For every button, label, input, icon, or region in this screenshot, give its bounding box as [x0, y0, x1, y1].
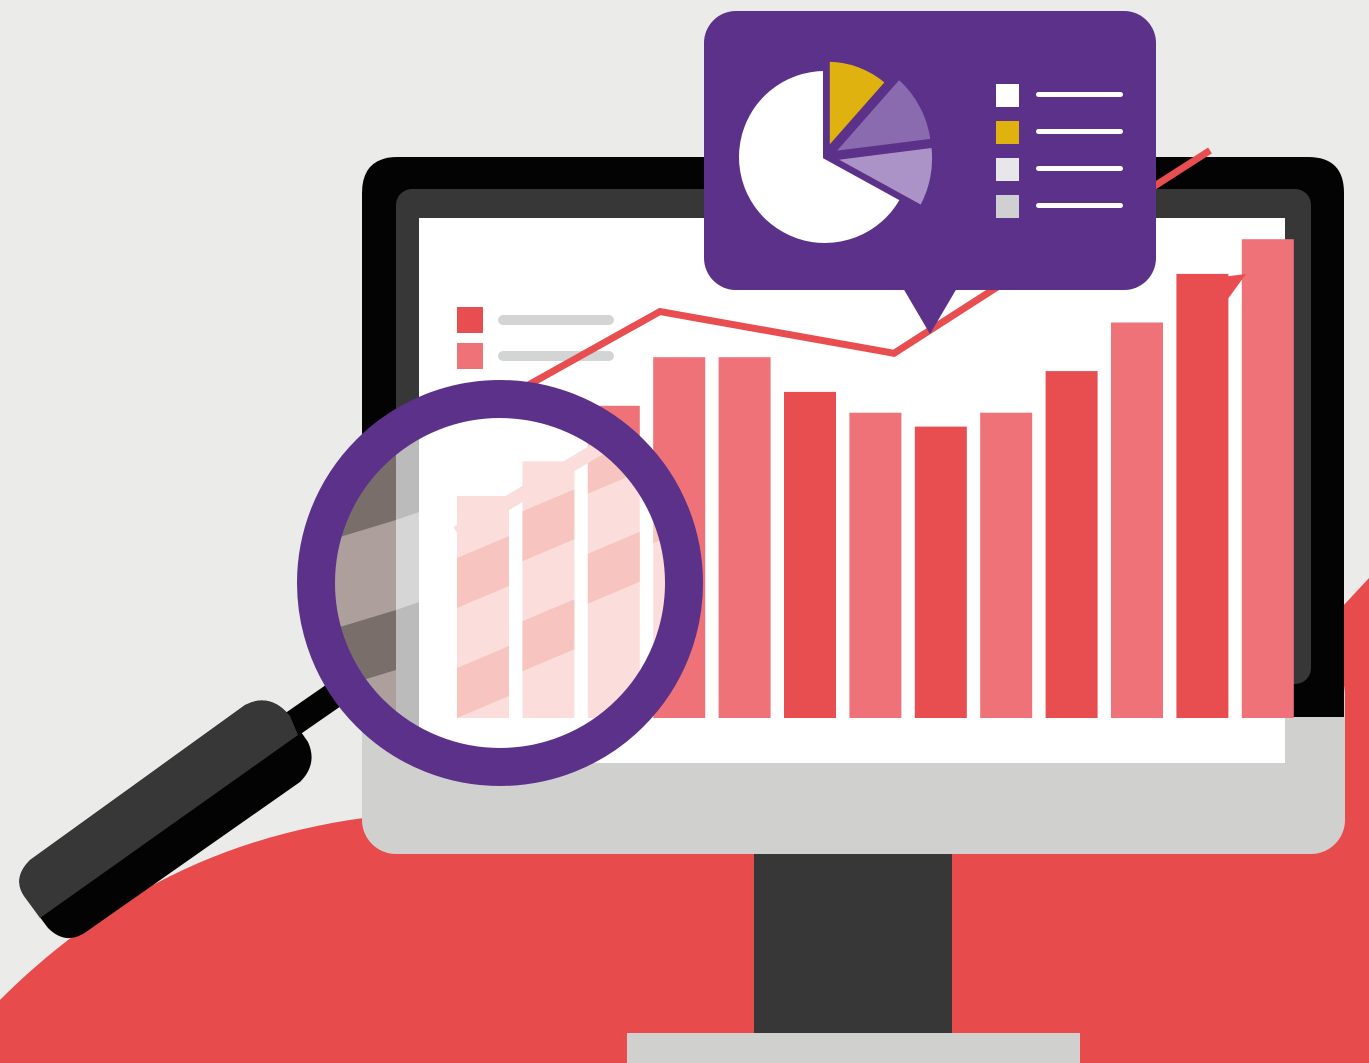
monitor-stand-base	[627, 1033, 1080, 1063]
legend-swatch-2	[457, 343, 483, 369]
chart-bar	[1045, 371, 1098, 718]
pie-legend-swatch	[996, 84, 1019, 107]
legend-line-2	[498, 351, 614, 361]
lens-inner-band	[396, 512, 419, 610]
legend-line-1	[498, 315, 614, 325]
pie-legend-swatch	[996, 195, 1019, 218]
chart-bar	[1111, 322, 1163, 718]
chart-bar	[849, 412, 902, 718]
chart-bar	[914, 426, 967, 718]
analytics-illustration	[0, 0, 1369, 1063]
legend-swatch-1	[457, 307, 483, 333]
pie-legend-line	[1036, 129, 1123, 134]
pie-speech-bubble	[704, 11, 1156, 334]
chart-bar	[784, 391, 836, 718]
monitor-stand-neck	[754, 850, 952, 1040]
pie-legend-swatch	[996, 121, 1019, 144]
lens-bar	[522, 461, 575, 718]
pie-legend-line	[1036, 166, 1123, 171]
chart-bar	[980, 412, 1033, 718]
chart-bar	[718, 357, 771, 718]
chart-bar	[1241, 239, 1294, 718]
chart-bar	[1176, 273, 1229, 718]
pie-legend-line	[1036, 92, 1123, 97]
pie-legend-swatch	[996, 158, 1019, 181]
pie-legend-line	[1036, 203, 1123, 208]
